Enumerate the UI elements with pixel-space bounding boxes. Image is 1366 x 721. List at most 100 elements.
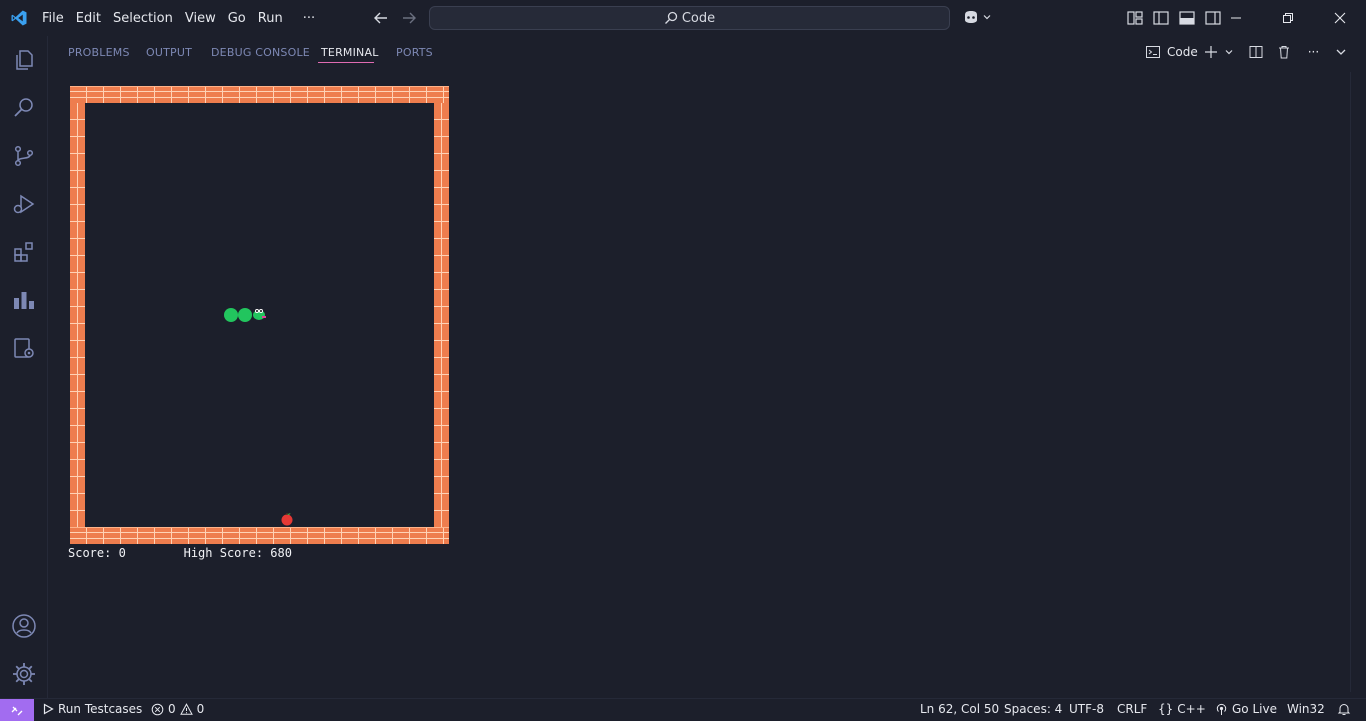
close-icon xyxy=(1334,12,1346,24)
menu-run[interactable]: Run xyxy=(252,11,289,26)
menu-go[interactable]: Go xyxy=(222,11,252,26)
score-display: Score: 0 High Score: 680 xyxy=(68,546,292,560)
search-icon xyxy=(14,98,33,117)
play-icon xyxy=(43,703,54,715)
terminal-icon xyxy=(1146,46,1160,58)
problems-status[interactable]: 0 0 xyxy=(151,702,204,716)
status-bar: Run Testcases 0 0 Ln 62, Col 50 Spaces: … xyxy=(0,698,1366,721)
title-bar: File Edit Selection View Go Run ··· Code xyxy=(0,0,1366,36)
chevron-down-icon[interactable] xyxy=(1224,47,1234,57)
language-mode[interactable]: {} C++ xyxy=(1158,702,1206,716)
close-window-button[interactable] xyxy=(1314,0,1366,36)
command-center-search[interactable]: Code xyxy=(429,6,950,30)
copilot-icon xyxy=(965,11,977,23)
snake-game-board xyxy=(70,86,449,544)
panel-actions: Code ··· xyxy=(1145,44,1366,60)
indentation-label: Spaces: 4 xyxy=(1004,702,1063,716)
menu-more[interactable]: ··· xyxy=(289,11,321,26)
extensions-button[interactable] xyxy=(10,238,38,266)
tab-ports[interactable]: PORTS xyxy=(396,46,433,59)
new-terminal-icon[interactable] xyxy=(1204,45,1218,59)
indentation-status[interactable]: Spaces: 4 xyxy=(1004,702,1062,716)
warning-icon xyxy=(179,702,193,715)
activity-bar xyxy=(0,36,48,698)
error-icon xyxy=(151,703,164,715)
source-control-icon xyxy=(14,145,34,167)
accounts-button[interactable] xyxy=(10,612,38,640)
extensions-icon xyxy=(14,242,33,262)
remote-icon xyxy=(11,706,23,716)
menu-view[interactable]: View xyxy=(179,11,222,26)
bell-icon xyxy=(1337,704,1351,715)
tab-output[interactable]: OUTPUT xyxy=(146,46,192,59)
search-view-button[interactable] xyxy=(10,94,38,122)
arrow-left-icon[interactable] xyxy=(372,9,390,27)
navigation-arrows xyxy=(372,9,418,27)
tab-debug-console[interactable]: DEBUG CONSOLE xyxy=(211,46,310,59)
menu-selection[interactable]: Selection xyxy=(107,11,179,26)
terminal-name[interactable]: Code xyxy=(1167,45,1198,59)
score-text: Score: 0 xyxy=(68,546,126,560)
menu-edit[interactable]: Edit xyxy=(70,11,107,26)
remote-indicator-button[interactable] xyxy=(0,699,34,721)
minimize-button[interactable] xyxy=(1210,0,1262,36)
more-actions-icon[interactable]: ··· xyxy=(1308,45,1319,59)
platform-status[interactable]: Win32 xyxy=(1287,702,1325,716)
language-label: C++ xyxy=(1177,702,1206,716)
source-control-button[interactable] xyxy=(10,142,38,170)
cursor-position[interactable]: Ln 62, Col 50 xyxy=(920,702,999,716)
toggle-primary-sidebar-icon[interactable] xyxy=(1152,9,1170,27)
vscode-logo-icon xyxy=(11,10,27,26)
notifications-button[interactable] xyxy=(1337,702,1351,716)
snake-body-segment xyxy=(238,308,252,322)
go-live-label: Go Live xyxy=(1232,702,1277,716)
search-icon xyxy=(664,11,678,24)
trash-icon[interactable] xyxy=(1276,44,1292,60)
bar-chart-icon xyxy=(14,292,34,309)
menu-bar: File Edit Selection View Go Run ··· xyxy=(36,0,321,36)
files-icon xyxy=(16,50,33,70)
braces-icon: {} xyxy=(1158,702,1174,716)
eol-label: CRLF xyxy=(1117,702,1148,716)
remote-explorer-button[interactable] xyxy=(10,334,38,362)
customize-layout-icon[interactable] xyxy=(1126,9,1144,27)
layout-controls xyxy=(1126,9,1222,27)
copilot-button[interactable] xyxy=(962,9,992,25)
terminal-scrollbar[interactable] xyxy=(1350,72,1351,692)
manage-button[interactable] xyxy=(10,660,38,688)
arrow-right-icon[interactable] xyxy=(400,9,418,27)
restore-icon xyxy=(1283,13,1293,23)
minimize-icon xyxy=(1231,17,1241,19)
charts-extension-button[interactable] xyxy=(10,286,38,314)
toggle-panel-icon[interactable] xyxy=(1178,9,1196,27)
run-testcases-label: Run Testcases xyxy=(58,702,143,716)
score-spacer xyxy=(126,546,184,560)
eol-status[interactable]: CRLF xyxy=(1117,702,1147,716)
remote-settings-icon xyxy=(14,338,34,358)
command-center-label: Code xyxy=(681,10,716,26)
restore-button[interactable] xyxy=(1262,0,1314,36)
run-debug-icon xyxy=(13,194,35,214)
tab-problems[interactable]: PROBLEMS xyxy=(68,46,130,59)
run-testcases-button[interactable]: Run Testcases xyxy=(42,702,142,716)
warning-count: 0 xyxy=(196,702,205,716)
tab-terminal[interactable]: TERMINAL xyxy=(321,46,379,59)
explorer-button[interactable] xyxy=(10,46,38,74)
brick-wall-right xyxy=(434,103,449,527)
platform-label: Win32 xyxy=(1287,702,1325,716)
error-count: 0 xyxy=(168,702,176,716)
active-tab-indicator xyxy=(318,62,374,63)
account-icon xyxy=(12,614,36,638)
chevron-down-icon[interactable] xyxy=(1335,46,1347,58)
broadcast-icon xyxy=(1216,703,1227,715)
menu-file[interactable]: File xyxy=(36,11,70,26)
chevron-down-icon xyxy=(983,15,991,20)
brick-wall-left xyxy=(70,103,85,527)
gear-icon xyxy=(13,663,35,685)
cursor-position-label: Ln 62, Col 50 xyxy=(920,702,1000,716)
split-terminal-icon[interactable] xyxy=(1248,44,1264,60)
encoding-label: UTF-8 xyxy=(1069,702,1104,716)
go-live-button[interactable]: Go Live xyxy=(1215,702,1277,716)
run-debug-button[interactable] xyxy=(10,190,38,218)
encoding-status[interactable]: UTF-8 xyxy=(1069,702,1104,716)
